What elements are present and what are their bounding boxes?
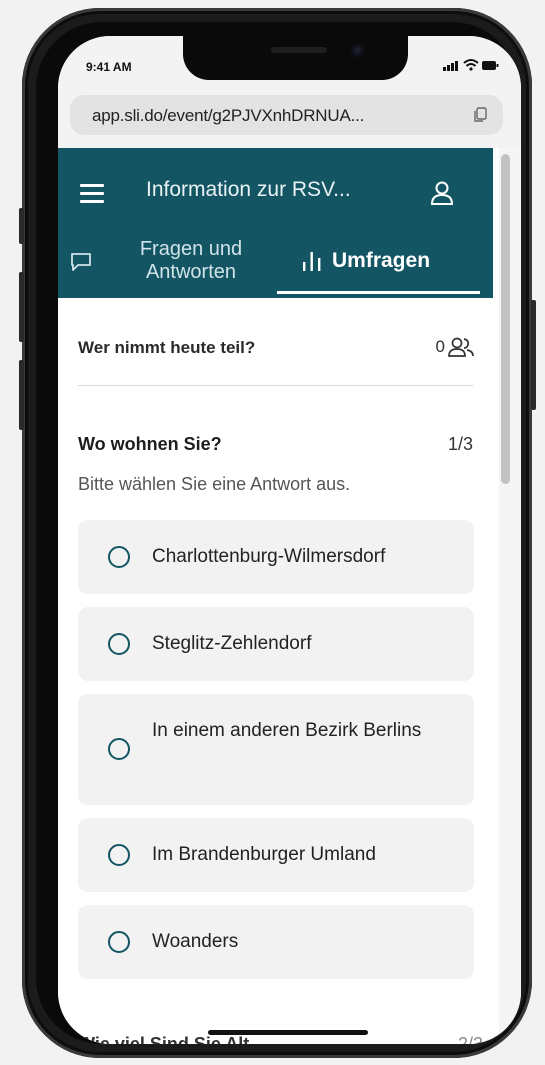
front-camera: [351, 44, 364, 57]
option-label: Im Brandenburger Umland: [152, 844, 376, 865]
event-title: Information zur RSV...: [146, 178, 351, 201]
radio-button[interactable]: [108, 844, 130, 866]
copy-icon[interactable]: [473, 107, 489, 123]
option-label: Steglitz-Zehlendorf: [152, 633, 312, 654]
side-button-mute: [19, 208, 24, 244]
speech-bubble-icon: [71, 253, 91, 271]
poll-progress: 1/3: [447, 434, 473, 454]
user-icon[interactable]: [430, 180, 454, 206]
side-button-volume-up: [19, 272, 24, 342]
tab-qa-label: Fragen und Antworten: [139, 238, 243, 283]
option-label: Charlottenburg-Wilmersdorf: [152, 546, 386, 567]
poll-question: Wo wohnen Sie?: [78, 434, 222, 454]
status-time: 9:41 AM: [86, 60, 132, 74]
participants-count: 0: [435, 337, 445, 356]
radio-button[interactable]: [108, 738, 130, 760]
poll-option[interactable]: Steglitz-Zehlendorf: [78, 607, 474, 681]
browser-address-bar: app.sli.do/event/g2PJVXnhDRNUA...: [58, 88, 521, 148]
scrollbar-thumb[interactable]: [501, 154, 510, 484]
poll-option[interactable]: Woanders: [78, 905, 474, 979]
next-poll-progress: 2/3: [457, 1034, 483, 1044]
people-icon: [448, 337, 474, 357]
signal-wifi-battery-icon: [443, 59, 499, 71]
radio-button[interactable]: [108, 633, 130, 655]
status-bar: 9:41 AM: [58, 36, 521, 88]
next-poll-question: Wie viel Sind Sie Alt: [78, 1034, 250, 1044]
poll-option[interactable]: Charlottenburg-Wilmersdorf: [78, 520, 474, 594]
bar-chart-icon: [303, 252, 321, 271]
participants-label: Wer nimmt heute teil?: [78, 338, 256, 357]
side-button-power: [531, 300, 536, 410]
poll-content: Wer nimmt heute teil? 0 Wo wohnen Sie? 1…: [58, 298, 493, 1044]
option-label: Woanders: [152, 931, 239, 952]
radio-button[interactable]: [108, 546, 130, 568]
app-header: Information zur RSV... Fragen und Antwor…: [58, 148, 493, 298]
hamburger-menu-icon[interactable]: [80, 184, 104, 204]
home-indicator: [208, 1030, 368, 1035]
radio-button[interactable]: [108, 931, 130, 953]
tab-polls[interactable]: Umfragen: [276, 236, 480, 292]
url-field[interactable]: app.sli.do/event/g2PJVXnhDRNUA...: [70, 95, 503, 135]
active-tab-indicator: [277, 291, 480, 294]
notch: [183, 36, 408, 80]
tab-polls-label: Umfragen: [332, 249, 431, 272]
section-divider: [78, 385, 473, 386]
option-label: In einem anderen Bezirk Berlins: [152, 720, 422, 741]
tab-questions-answers[interactable]: Fragen und Antworten: [70, 236, 268, 292]
speaker-grille: [271, 47, 327, 53]
url-text: app.sli.do/event/g2PJVXnhDRNUA...: [92, 106, 365, 125]
poll-hint: Bitte wählen Sie eine Antwort aus.: [78, 474, 351, 494]
poll-option[interactable]: Im Brandenburger Umland: [78, 818, 474, 892]
phone-screen: 9:41 AM app.sli.do/event/g2PJVXnhDRNUA..…: [58, 36, 521, 1044]
poll-option[interactable]: In einem anderen Bezirk Berlins: [78, 694, 474, 805]
side-button-volume-down: [19, 360, 24, 430]
